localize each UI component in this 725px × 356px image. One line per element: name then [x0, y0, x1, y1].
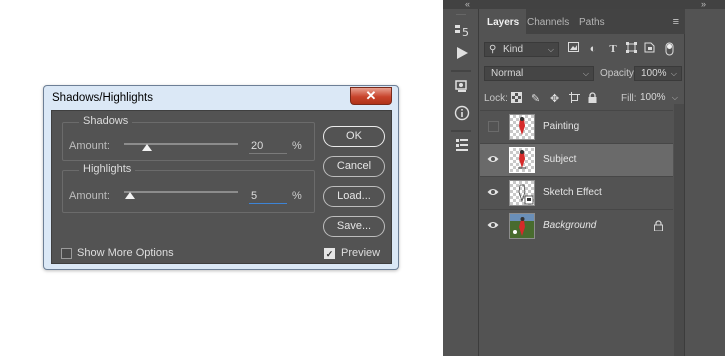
info-icon[interactable]	[452, 105, 471, 124]
adjustment-filter-icon[interactable]: ◐	[586, 42, 600, 56]
panel-menu-icon[interactable]: ≡	[673, 16, 679, 28]
layers-panel: Layers Channels Paths ≡ ⚲ Kind ⌵ ◐ T Nor…	[480, 9, 685, 356]
fill-value: 100%	[640, 92, 666, 103]
chevron-down-icon: ⌵	[582, 69, 589, 78]
shadows-unit: %	[292, 140, 302, 152]
highlights-amount-input[interactable]	[249, 188, 287, 204]
layer-thumbnail[interactable]	[509, 180, 535, 206]
shadows-amount-input[interactable]	[249, 138, 287, 154]
panel-icon-column: 5	[443, 9, 479, 356]
search-icon: ⚲	[489, 44, 497, 55]
svg-text:5: 5	[462, 26, 469, 39]
layer-thumbnail[interactable]	[509, 213, 535, 239]
opacity-label: Opacity:	[600, 68, 637, 79]
highlights-amount-label: Amount:	[69, 190, 110, 202]
lock-position-icon[interactable]: ✥	[550, 92, 559, 105]
opacity-value: 100%	[641, 68, 667, 79]
shadows-legend: Shadows	[79, 115, 133, 127]
panel-tab-bar: Layers Channels Paths ≡	[480, 9, 685, 34]
lock-image-pixels-icon[interactable]: ✎	[531, 92, 540, 105]
cancel-button[interactable]: Cancel	[323, 156, 385, 177]
shadows-amount-label: Amount:	[69, 140, 110, 152]
type-filter-icon[interactable]: T	[606, 42, 620, 56]
eye-icon[interactable]	[487, 220, 499, 230]
save-button[interactable]: Save...	[323, 216, 385, 237]
image-filter-icon[interactable]	[566, 42, 580, 56]
layer-name: Subject	[543, 154, 577, 165]
layer-row-painting[interactable]: Painting	[480, 110, 673, 143]
blend-mode-value: Normal	[491, 68, 524, 79]
layer-comps-icon[interactable]	[452, 78, 471, 97]
chevron-down-icon: ⌵	[671, 93, 678, 102]
eye-icon[interactable]	[487, 187, 499, 197]
layer-row-background[interactable]: Background	[480, 209, 673, 242]
panel-top-bar: « »	[443, 0, 725, 9]
layer-thumbnail[interactable]	[509, 147, 535, 173]
tab-layers[interactable]: Layers	[480, 9, 527, 34]
opacity-field[interactable]: 100% ⌵	[634, 66, 682, 81]
highlights-legend: Highlights	[79, 163, 136, 175]
history-icon[interactable]: 5	[452, 23, 471, 42]
lock-transparent-pixels-icon[interactable]	[511, 92, 522, 106]
layers-scrollbar[interactable]	[674, 104, 684, 356]
shape-filter-icon[interactable]	[624, 42, 638, 56]
highlights-unit: %	[292, 190, 302, 202]
smart-object-filter-icon[interactable]	[642, 42, 656, 56]
lock-label: Lock:	[484, 93, 508, 104]
close-button[interactable]: ✕	[350, 87, 392, 105]
filter-toggle-icon[interactable]	[662, 42, 676, 56]
chevron-down-icon: ⌵	[670, 69, 677, 78]
lock-all-icon[interactable]	[588, 92, 597, 106]
dialog-title: Shadows/Highlights	[52, 92, 154, 104]
lock-icon	[654, 220, 663, 234]
layer-row-sketch-effect[interactable]: Sketch Effect	[480, 176, 673, 209]
show-more-options-label: Show More Options	[77, 247, 174, 259]
layer-thumbnail[interactable]	[509, 114, 535, 140]
layer-name: Sketch Effect	[543, 187, 602, 198]
blend-mode-select[interactable]: Normal ⌵	[484, 66, 594, 81]
clone-source-icon[interactable]	[452, 137, 471, 156]
layer-name: Background	[543, 220, 597, 231]
preview-label: Preview	[341, 247, 381, 259]
tab-channels[interactable]: Channels	[527, 17, 569, 28]
column-grip[interactable]	[456, 14, 466, 15]
play-actions-icon[interactable]	[452, 46, 471, 65]
shadows-highlights-dialog: Shadows/Highlights ✕ Shadows Amount: % H…	[43, 85, 399, 270]
collapse-panels-icon[interactable]: »	[701, 0, 706, 9]
eye-icon[interactable]	[487, 154, 499, 164]
preview-checkbox[interactable]: ✓	[324, 248, 335, 259]
tool-separator	[451, 130, 471, 132]
layer-row-subject[interactable]: Subject	[480, 143, 673, 176]
expand-toolbar-icon[interactable]: «	[465, 0, 470, 9]
lock-artboard-icon[interactable]	[569, 92, 580, 106]
visibility-toggle-empty[interactable]	[488, 121, 499, 132]
load-button[interactable]: Load...	[323, 186, 385, 207]
tool-separator	[451, 70, 471, 72]
shadows-slider-thumb[interactable]	[141, 144, 152, 151]
show-more-options-checkbox[interactable]	[61, 248, 72, 259]
highlights-slider-track[interactable]	[124, 191, 238, 193]
dialog-body: Shadows Amount: % Highlights Amount: % O…	[51, 110, 392, 264]
chevron-down-icon: ⌵	[547, 45, 554, 54]
tab-paths[interactable]: Paths	[579, 17, 605, 28]
layer-name: Painting	[543, 121, 580, 132]
kind-filter-label: Kind	[503, 44, 524, 55]
highlights-slider-thumb[interactable]	[124, 192, 135, 199]
ok-button[interactable]: OK	[323, 126, 385, 147]
kind-filter-select[interactable]: ⚲ Kind ⌵	[484, 42, 559, 57]
